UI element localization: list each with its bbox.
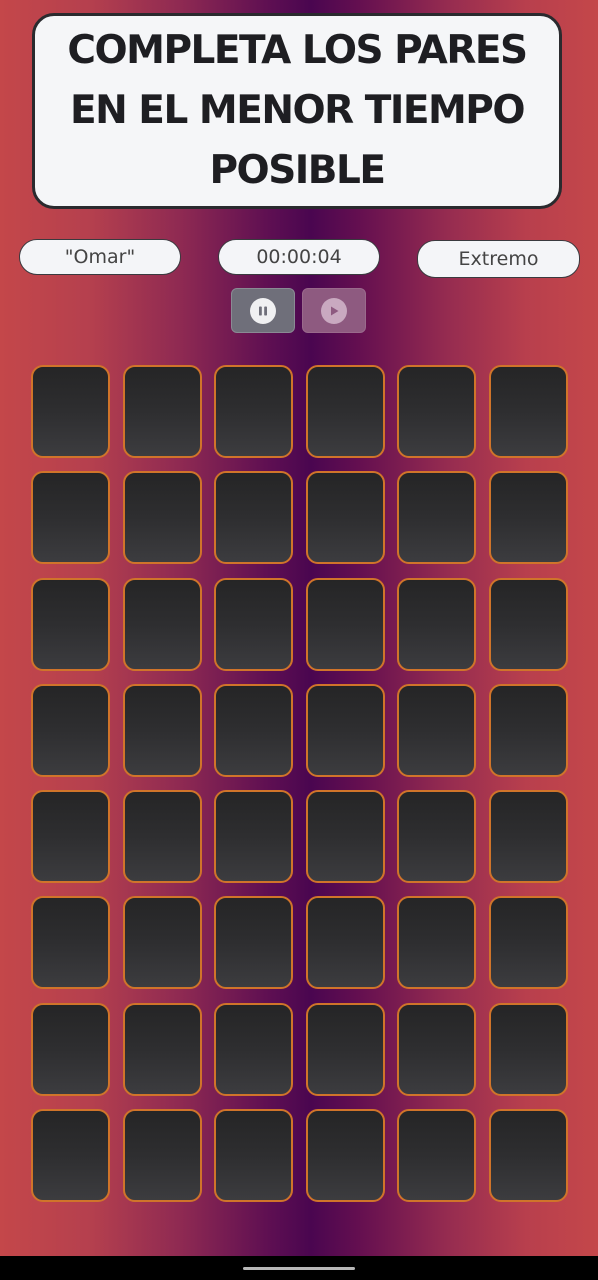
memory-card[interactable] — [214, 471, 294, 565]
memory-card[interactable] — [305, 365, 385, 458]
memory-card[interactable] — [214, 790, 294, 884]
memory-card[interactable] — [488, 471, 568, 565]
timer-display: 00:00:04 — [218, 239, 380, 275]
memory-card[interactable] — [31, 1109, 110, 1203]
player-name-badge: "Omar" — [19, 239, 181, 275]
memory-card[interactable] — [214, 896, 294, 990]
memory-card[interactable] — [31, 471, 110, 565]
memory-card[interactable] — [214, 1109, 294, 1203]
memory-card[interactable] — [397, 683, 477, 777]
home-gesture-handle[interactable] — [243, 1267, 355, 1270]
memory-card[interactable] — [488, 365, 568, 458]
memory-card[interactable] — [305, 896, 385, 990]
memory-card[interactable] — [488, 577, 568, 671]
memory-card[interactable] — [397, 577, 477, 671]
system-navigation-bar — [0, 1256, 598, 1280]
instruction-banner: COMPLETA LOS PARES EN EL MENOR TIEMPO PO… — [32, 13, 562, 209]
memory-card[interactable] — [122, 577, 202, 671]
memory-card[interactable] — [397, 365, 477, 458]
memory-card[interactable] — [488, 1109, 568, 1203]
card-grid — [31, 365, 568, 1203]
memory-card[interactable] — [397, 790, 477, 884]
memory-card[interactable] — [122, 471, 202, 565]
memory-card[interactable] — [397, 471, 477, 565]
memory-card[interactable] — [488, 683, 568, 777]
memory-card[interactable] — [488, 790, 568, 884]
memory-card[interactable] — [122, 790, 202, 884]
memory-card[interactable] — [31, 577, 110, 671]
memory-card[interactable] — [397, 1109, 477, 1203]
memory-card[interactable] — [305, 683, 385, 777]
memory-card[interactable] — [305, 471, 385, 565]
memory-card[interactable] — [214, 365, 294, 458]
play-button[interactable] — [302, 288, 366, 333]
memory-card[interactable] — [305, 577, 385, 671]
memory-card[interactable] — [214, 683, 294, 777]
page-title: COMPLETA LOS PARES EN EL MENOR TIEMPO PO… — [67, 28, 528, 193]
memory-card[interactable] — [31, 1002, 110, 1096]
memory-card[interactable] — [214, 577, 294, 671]
memory-card[interactable] — [122, 683, 202, 777]
memory-card[interactable] — [397, 896, 477, 990]
memory-card[interactable] — [122, 1109, 202, 1203]
difficulty-badge: Extremo — [417, 240, 580, 278]
memory-card[interactable] — [305, 1109, 385, 1203]
memory-card[interactable] — [488, 896, 568, 990]
memory-card[interactable] — [31, 896, 110, 990]
pause-button[interactable] — [231, 288, 295, 333]
memory-card[interactable] — [31, 365, 110, 458]
play-icon — [321, 297, 347, 324]
memory-card[interactable] — [122, 896, 202, 990]
memory-card[interactable] — [488, 1002, 568, 1096]
memory-card[interactable] — [305, 1002, 385, 1096]
memory-card[interactable] — [397, 1002, 477, 1096]
memory-card[interactable] — [122, 1002, 202, 1096]
memory-card[interactable] — [214, 1002, 294, 1096]
memory-card[interactable] — [122, 365, 202, 458]
pause-icon — [250, 297, 276, 324]
memory-card[interactable] — [305, 790, 385, 884]
memory-card[interactable] — [31, 790, 110, 884]
memory-card[interactable] — [31, 683, 110, 777]
